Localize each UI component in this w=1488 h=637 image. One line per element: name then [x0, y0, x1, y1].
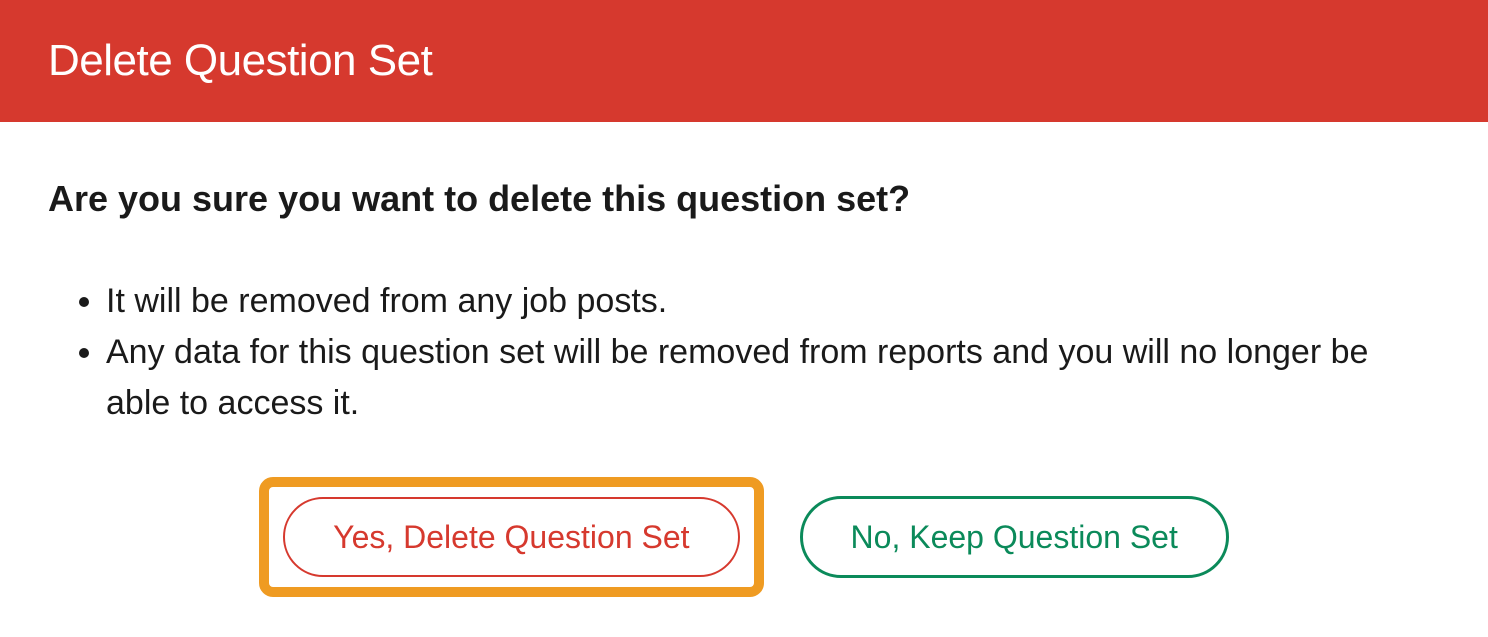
confirm-delete-button[interactable]: Yes, Delete Question Set: [283, 497, 739, 577]
cancel-button[interactable]: No, Keep Question Set: [800, 496, 1229, 578]
list-item: Any data for this question set will be r…: [106, 327, 1440, 429]
highlight-frame: Yes, Delete Question Set: [259, 477, 763, 597]
dialog-title: Delete Question Set: [48, 36, 1440, 86]
dialog-body: Are you sure you want to delete this que…: [0, 122, 1488, 637]
dialog-actions: Yes, Delete Question Set No, Keep Questi…: [48, 477, 1440, 597]
consequence-list: It will be removed from any job posts. A…: [48, 276, 1440, 429]
confirm-question: Are you sure you want to delete this que…: [48, 178, 1440, 220]
list-item: It will be removed from any job posts.: [106, 276, 1440, 327]
dialog-header: Delete Question Set: [0, 0, 1488, 122]
